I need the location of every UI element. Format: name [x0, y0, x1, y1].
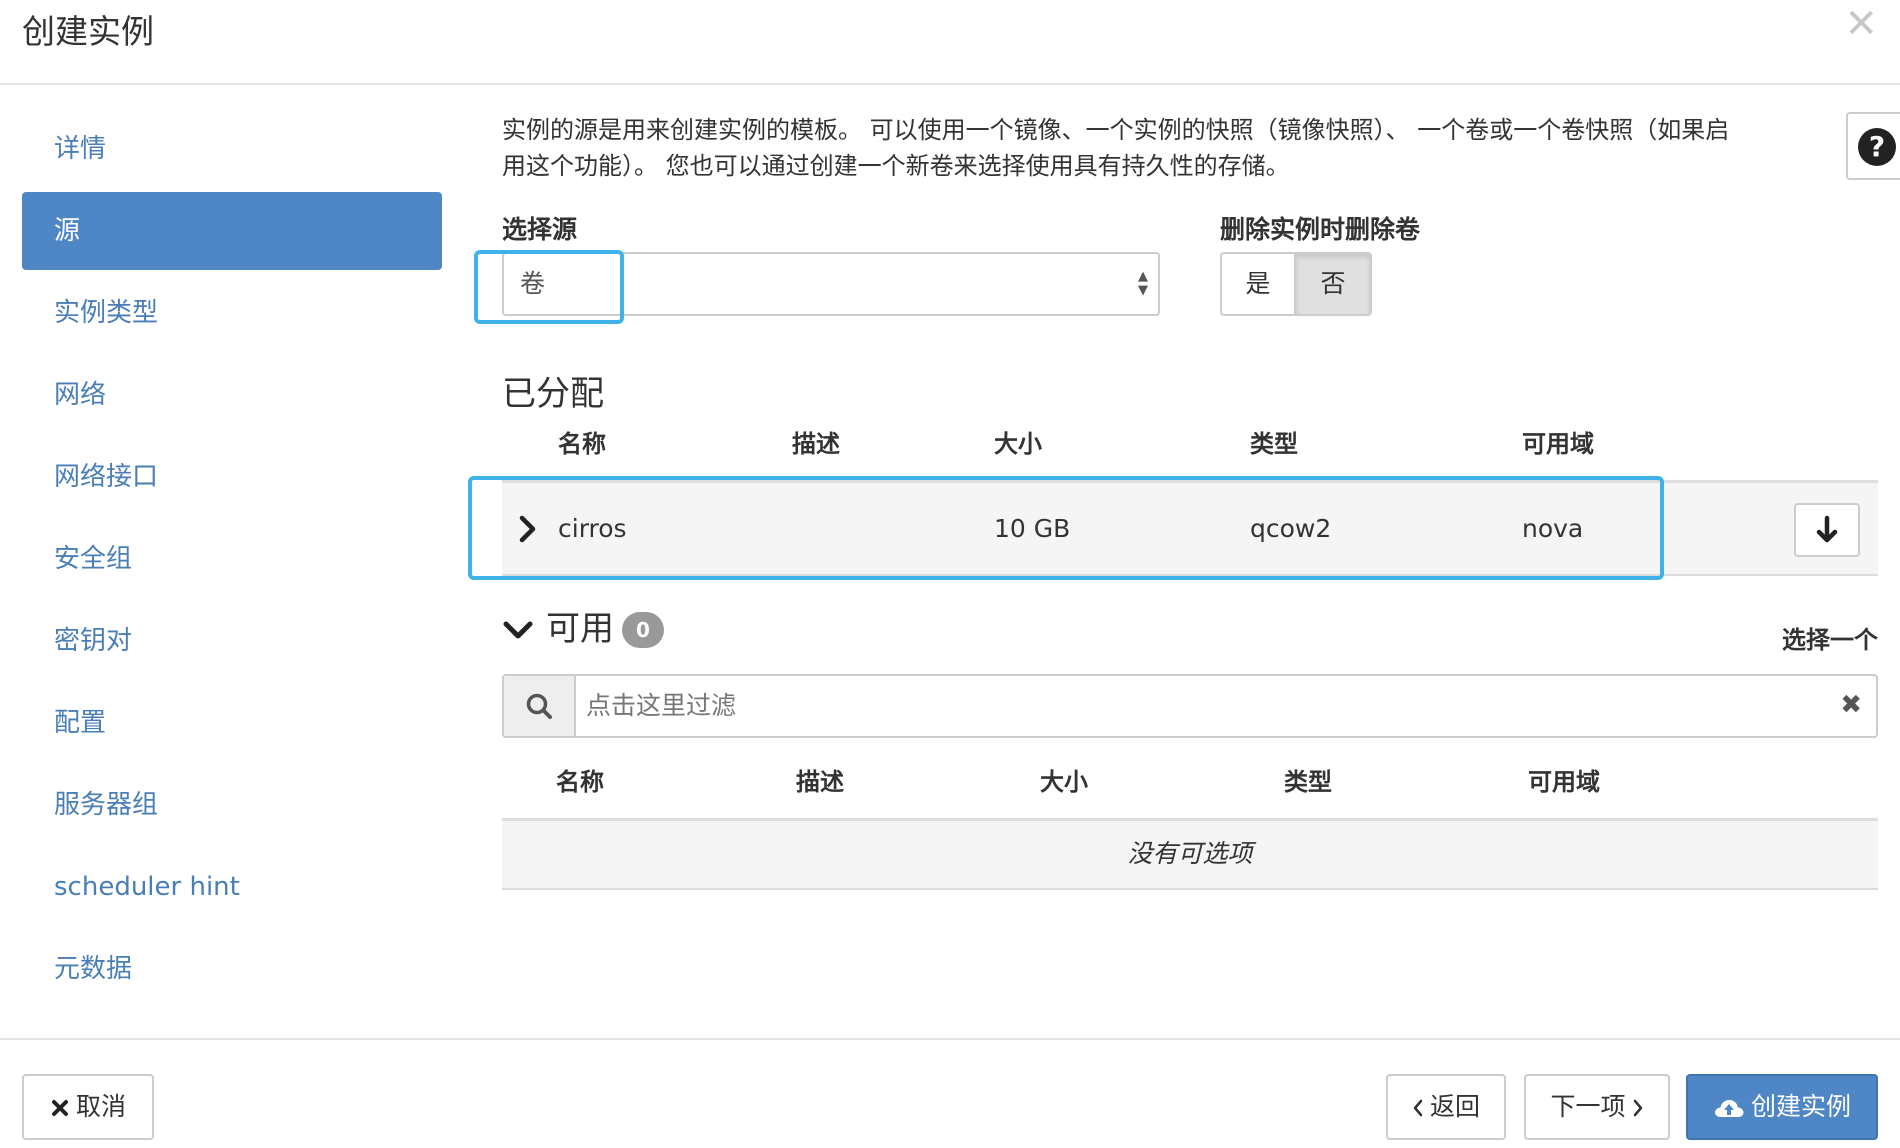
- next-button-label: 下一项: [1550, 1093, 1626, 1121]
- highlight-source-select: [474, 250, 624, 324]
- sidebar-item-flavor[interactable]: 实例类型: [22, 274, 442, 352]
- allocated-col-name: 名称: [558, 430, 606, 458]
- available-col-type: 类型: [1284, 768, 1332, 796]
- sidebar-item-server-groups[interactable]: 服务器组: [22, 766, 442, 844]
- allocated-col-type: 类型: [1250, 430, 1298, 458]
- close-icon: [51, 1100, 68, 1117]
- sidebar-item-source[interactable]: 源: [22, 192, 442, 270]
- sidebar-item-networks[interactable]: 网络: [22, 356, 442, 434]
- modal-footer: 取消 返回 下一项 创建实例: [0, 1038, 1900, 1148]
- sidebar-item-details[interactable]: 详情: [22, 110, 442, 188]
- chevron-right-icon: [1633, 1100, 1642, 1117]
- select-arrows-icon: ▲ ▼: [1138, 269, 1148, 298]
- next-button[interactable]: 下一项: [1524, 1074, 1670, 1140]
- help-button[interactable]: ?: [1846, 112, 1900, 180]
- cancel-button[interactable]: 取消: [22, 1074, 154, 1140]
- allocated-col-description: 描述: [792, 430, 840, 458]
- allocated-title: 已分配: [502, 374, 604, 414]
- allocated-col-zone: 可用域: [1522, 430, 1594, 458]
- available-table-header: 名称 描述 大小 类型 可用域: [502, 762, 1878, 802]
- clear-filter-icon[interactable]: ✖: [1840, 688, 1862, 722]
- sidebar-item-key-pairs[interactable]: 密钥对: [22, 602, 442, 680]
- close-icon[interactable]: ✕: [1844, 4, 1878, 44]
- back-button[interactable]: 返回: [1386, 1074, 1506, 1140]
- modal-header: 创建实例 ✕: [0, 0, 1900, 85]
- cancel-button-label: 取消: [75, 1093, 126, 1121]
- cloud-upload-icon: [1714, 1100, 1744, 1118]
- empty-table-row: 没有可选项: [502, 818, 1878, 890]
- available-title: 可用: [546, 609, 614, 649]
- delete-volume-label: 删除实例时删除卷: [1220, 215, 1421, 244]
- arrow-down-icon: [1816, 515, 1838, 543]
- select-one-label: 选择一个: [1782, 626, 1878, 654]
- search-addon: [504, 676, 576, 736]
- sidebar-item-scheduler-hint[interactable]: scheduler hint: [22, 848, 442, 926]
- question-icon: ?: [1858, 128, 1896, 166]
- available-col-description: 描述: [796, 768, 844, 796]
- available-count-badge: 0: [622, 612, 664, 648]
- highlight-allocated-row: [468, 476, 1664, 580]
- back-button-label: 返回: [1429, 1093, 1480, 1121]
- sidebar-item-metadata[interactable]: 元数据: [22, 930, 442, 1008]
- modal-title: 创建实例: [22, 12, 154, 51]
- filter-input[interactable]: [586, 682, 1806, 728]
- allocated-col-size: 大小: [994, 430, 1042, 458]
- source-description: 实例的源是用来创建实例的模板。 可以使用一个镜像、一个实例的快照（镜像快照）、 …: [502, 112, 1900, 184]
- select-source-label: 选择源: [502, 215, 578, 244]
- filter-search-bar: ✖: [502, 674, 1878, 738]
- search-icon: [526, 693, 552, 719]
- allocated-table-header: 名称 描述 大小 类型 可用域: [502, 424, 1878, 464]
- delete-volume-toggle: 是 否: [1220, 252, 1372, 316]
- create-instance-button[interactable]: 创建实例: [1686, 1074, 1878, 1140]
- sidebar-item-configuration[interactable]: 配置: [22, 684, 442, 762]
- wizard-sidebar: 详情 源 实例类型 网络 网络接口 安全组 密钥对 配置 服务器组 schedu…: [22, 110, 442, 1012]
- sidebar-item-network-ports[interactable]: 网络接口: [22, 438, 442, 516]
- delete-volume-yes-button[interactable]: 是: [1220, 252, 1296, 316]
- empty-table-message: 没有可选项: [1127, 839, 1253, 868]
- chevron-left-icon: [1413, 1100, 1423, 1117]
- chevron-down-icon[interactable]: [502, 616, 534, 644]
- create-instance-button-label: 创建实例: [1750, 1093, 1851, 1121]
- description-line-2: 用这个功能）。 您也可以通过创建一个新卷来选择使用具有持久性的存储。: [502, 152, 1290, 180]
- deallocate-button[interactable]: [1794, 503, 1860, 557]
- delete-volume-no-button[interactable]: 否: [1296, 252, 1372, 316]
- available-col-name: 名称: [556, 768, 604, 796]
- available-col-size: 大小: [1040, 768, 1088, 796]
- description-line-1: 实例的源是用来创建实例的模板。 可以使用一个镜像、一个实例的快照（镜像快照）、 …: [502, 116, 1730, 144]
- sidebar-item-security-groups[interactable]: 安全组: [22, 520, 442, 598]
- available-header: 可用 0 选择一个: [502, 604, 1878, 654]
- available-col-zone: 可用域: [1528, 768, 1600, 796]
